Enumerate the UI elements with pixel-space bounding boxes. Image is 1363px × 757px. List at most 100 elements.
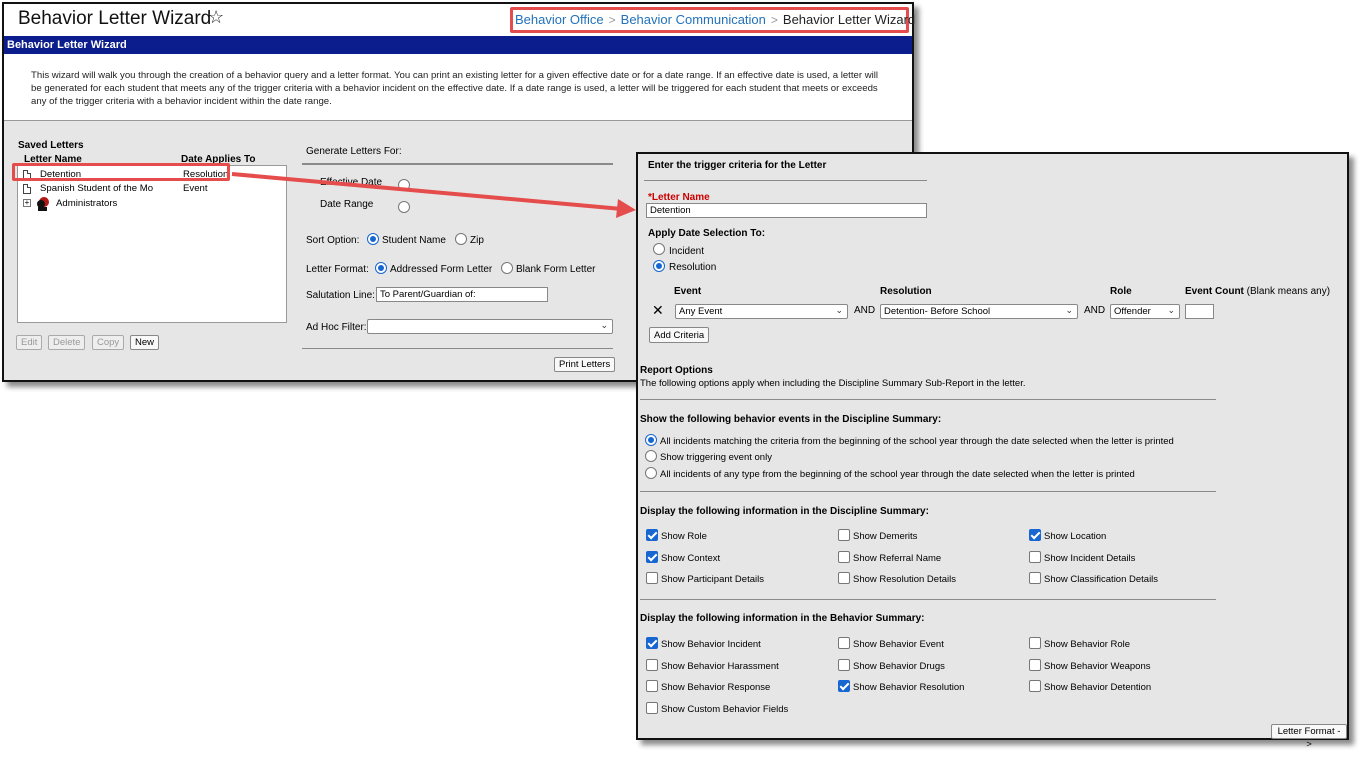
beh-checkbox[interactable] bbox=[1029, 680, 1041, 692]
date-range-radio[interactable] bbox=[398, 201, 410, 213]
wizard-header-bar: Behavior Letter Wizard bbox=[4, 36, 912, 54]
beh-checkbox[interactable] bbox=[646, 701, 658, 714]
edit-button[interactable]: Edit bbox=[16, 335, 43, 350]
disc-checkbox[interactable] bbox=[1029, 572, 1041, 584]
disc-checkbox[interactable] bbox=[646, 529, 658, 541]
beh-option-label: Show Behavior Drugs bbox=[853, 660, 945, 672]
column-role: Role bbox=[1110, 286, 1132, 297]
effective-date-radio[interactable] bbox=[398, 179, 410, 191]
divider bbox=[302, 163, 613, 165]
breadcrumb-behavior-office[interactable]: Behavior Office bbox=[515, 12, 604, 27]
chevron-down-icon: ⌄ bbox=[1065, 305, 1073, 315]
disc-checkbox[interactable] bbox=[1029, 529, 1041, 541]
divider bbox=[640, 399, 1216, 400]
apply-incident-radio[interactable] bbox=[653, 243, 665, 255]
beh-checkbox[interactable] bbox=[838, 658, 850, 671]
event-select[interactable]: Any Event ⌄ bbox=[675, 304, 848, 319]
criteria-panel: Enter the trigger criteria for the Lette… bbox=[636, 152, 1349, 750]
intro-text: This wizard will walk you through the cr… bbox=[4, 54, 912, 121]
beh-checkbox[interactable] bbox=[646, 637, 658, 649]
disc-option[interactable]: Show Participant Details bbox=[646, 572, 826, 586]
generate-letters-title: Generate Letters For: bbox=[306, 146, 402, 157]
beh-option[interactable]: Show Behavior Drugs bbox=[838, 658, 1018, 673]
apply-date-label: Apply Date Selection To: bbox=[648, 228, 766, 239]
events-all-types-radio[interactable] bbox=[645, 467, 657, 479]
disc-option[interactable]: Show Context bbox=[646, 550, 826, 565]
beh-checkbox[interactable] bbox=[646, 658, 658, 671]
beh-checkbox[interactable] bbox=[1029, 637, 1041, 649]
adhoc-filter-label: Ad Hoc Filter: bbox=[306, 322, 367, 333]
remove-criteria-icon[interactable]: ✕ bbox=[652, 302, 664, 319]
folder-row-administrators[interactable]: + Administrators bbox=[18, 197, 286, 211]
salutation-input[interactable]: To Parent/Guardian of: bbox=[376, 287, 548, 302]
adhoc-filter-select[interactable]: ⌄ bbox=[367, 319, 613, 334]
sort-zip-radio[interactable] bbox=[455, 233, 467, 245]
column-event: Event bbox=[674, 286, 702, 297]
delete-button[interactable]: Delete bbox=[48, 335, 86, 350]
disc-option[interactable]: Show Referral Name bbox=[838, 550, 1018, 565]
copy-button[interactable]: Copy bbox=[92, 335, 125, 350]
expand-plus-icon[interactable]: + bbox=[23, 199, 31, 207]
beh-option[interactable]: Show Behavior Weapons bbox=[1029, 658, 1209, 673]
disc-checkbox[interactable] bbox=[646, 572, 658, 584]
letter-format-next-button[interactable]: Letter Format -> bbox=[1271, 724, 1347, 750]
divider bbox=[644, 180, 927, 181]
disc-checkbox[interactable] bbox=[838, 529, 850, 541]
events-all-types-label: All incidents of any type from the begin… bbox=[660, 469, 1135, 480]
beh-option[interactable]: Show Behavior Response bbox=[646, 680, 826, 694]
beh-option[interactable]: Show Behavior Incident bbox=[646, 637, 826, 651]
disc-checkbox[interactable] bbox=[838, 572, 850, 584]
disc-option[interactable]: Show Classification Details bbox=[1029, 572, 1209, 586]
star-icon[interactable]: ☆ bbox=[208, 7, 224, 28]
letter-name-input[interactable]: Detention bbox=[646, 203, 927, 218]
behavior-section-title: Display the following information in the… bbox=[640, 613, 925, 624]
new-button[interactable]: New bbox=[130, 335, 160, 350]
sort-zip-label: Zip bbox=[470, 235, 484, 246]
beh-option[interactable]: Show Behavior Detention bbox=[1029, 680, 1209, 694]
event-count-label: Event Count bbox=[1185, 286, 1244, 297]
disc-option[interactable]: Show Role bbox=[646, 529, 826, 543]
column-event-count: Event Count (Blank means any) bbox=[1185, 286, 1330, 297]
events-all-matching-radio[interactable] bbox=[645, 434, 657, 446]
role-value: Offender bbox=[1114, 306, 1151, 317]
format-blank-radio[interactable] bbox=[501, 262, 513, 274]
beh-checkbox[interactable] bbox=[1029, 658, 1041, 671]
disc-option[interactable]: Show Location bbox=[1029, 529, 1209, 543]
print-letters-button[interactable]: Print Letters bbox=[554, 357, 616, 372]
disc-option[interactable]: Show Resolution Details bbox=[838, 572, 1018, 586]
beh-option[interactable]: Show Custom Behavior Fields bbox=[646, 701, 826, 716]
apply-resolution-label: Resolution bbox=[669, 262, 717, 273]
beh-checkbox[interactable] bbox=[646, 680, 658, 692]
chevron-right-icon: > bbox=[770, 13, 778, 27]
breadcrumb-behavior-communication[interactable]: Behavior Communication bbox=[621, 12, 766, 27]
report-options-desc: The following options apply when includi… bbox=[640, 378, 1026, 389]
role-select[interactable]: Offender ⌄ bbox=[1110, 304, 1180, 319]
disc-option[interactable]: Show Demerits bbox=[838, 529, 1018, 543]
beh-option[interactable]: Show Behavior Event bbox=[838, 637, 1018, 651]
event-value: Any Event bbox=[679, 306, 723, 317]
apply-resolution-radio[interactable] bbox=[653, 260, 665, 272]
beh-checkbox[interactable] bbox=[838, 680, 850, 692]
title-bar: Behavior Letter Wizard ☆ Behavior Office… bbox=[4, 4, 916, 36]
disc-option-label: Show Incident Details bbox=[1044, 552, 1136, 564]
beh-option[interactable]: Show Behavior Resolution bbox=[838, 680, 1018, 694]
beh-option[interactable]: Show Behavior Role bbox=[1029, 637, 1209, 651]
events-triggering-radio[interactable] bbox=[645, 450, 657, 462]
event-count-input[interactable] bbox=[1185, 304, 1214, 319]
date-range-label: Date Range bbox=[320, 199, 374, 210]
saved-letters-list: Detention Resolution Spanish Student of … bbox=[17, 165, 287, 323]
disc-checkbox[interactable] bbox=[1029, 550, 1041, 563]
breadcrumb-current: Behavior Letter Wizard bbox=[782, 12, 916, 27]
format-blank-label: Blank Form Letter bbox=[516, 264, 596, 275]
resolution-select[interactable]: Detention- Before School ⌄ bbox=[880, 304, 1078, 319]
disc-checkbox[interactable] bbox=[646, 550, 658, 563]
letter-row-spanish[interactable]: Spanish Student of the Mo Event bbox=[18, 183, 286, 196]
beh-option[interactable]: Show Behavior Harassment bbox=[646, 658, 826, 673]
format-addressed-radio[interactable] bbox=[375, 262, 387, 274]
disc-checkbox[interactable] bbox=[838, 550, 850, 563]
beh-checkbox[interactable] bbox=[838, 637, 850, 649]
disc-option-label: Show Context bbox=[661, 552, 721, 564]
disc-option[interactable]: Show Incident Details bbox=[1029, 550, 1209, 565]
sort-student-name-radio[interactable] bbox=[367, 233, 379, 245]
add-criteria-button[interactable]: Add Criteria bbox=[649, 327, 710, 343]
